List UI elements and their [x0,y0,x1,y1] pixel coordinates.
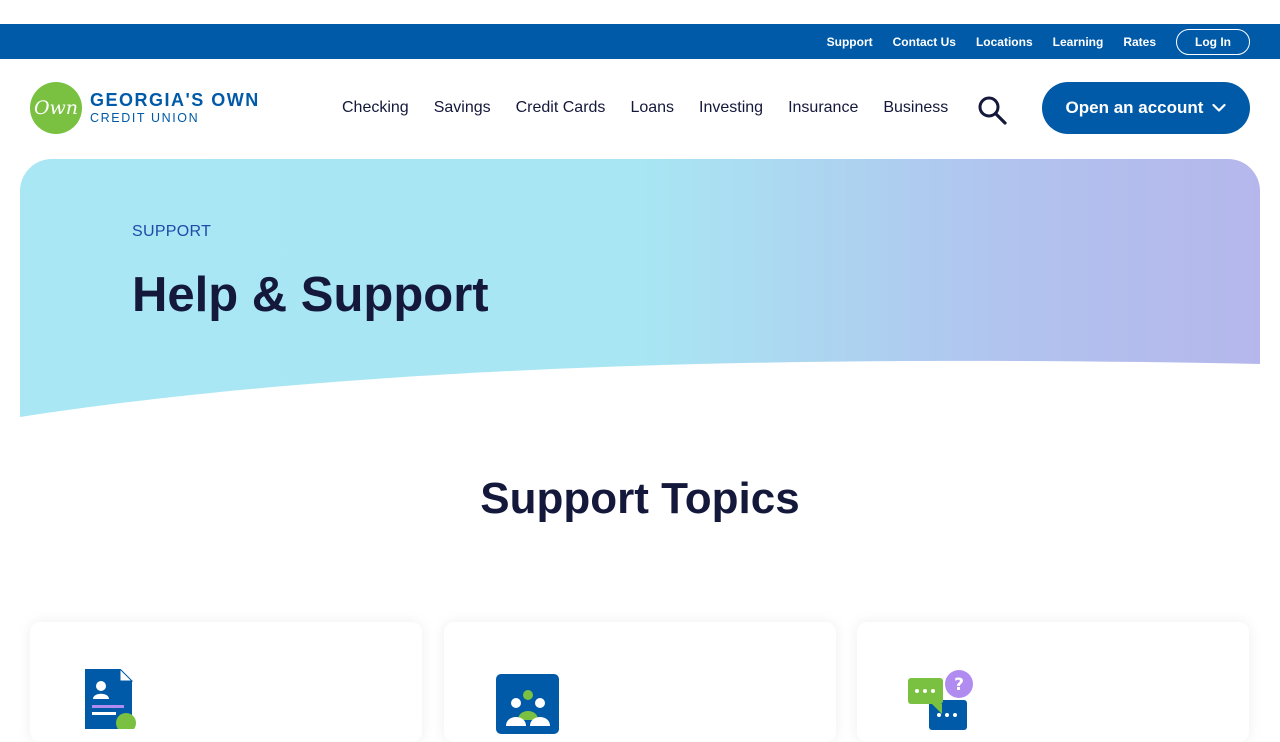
nav-link-credit-cards[interactable]: Credit Cards [516,99,606,117]
utility-link-locations[interactable]: Locations [976,35,1033,49]
logo-subtitle: CREDIT UNION [90,111,200,126]
chat-question-icon: ? [908,670,973,730]
hero-wave-shape [20,360,1260,423]
page-title: Help & Support [132,268,489,322]
nav-link-investing[interactable]: Investing [699,99,763,117]
nav-link-insurance[interactable]: Insurance [788,99,858,117]
utility-link-contact-us[interactable]: Contact Us [893,35,956,49]
nav-link-checking[interactable]: Checking [342,99,409,117]
hero-eyebrow: SUPPORT [132,223,212,240]
support-topic-card[interactable] [30,622,422,742]
svg-text:?: ? [954,675,964,695]
hero-banner: SUPPORT Help & Support [20,159,1260,423]
support-topic-card[interactable] [444,622,836,742]
nav-link-loans[interactable]: Loans [630,99,674,117]
open-account-button[interactable]: Open an account [1042,82,1250,134]
logo-text: GEORGIA'S OWN CREDIT UNION [90,91,260,125]
support-topics-heading: Support Topics [480,474,800,523]
top-spacer [0,0,1280,24]
login-button[interactable]: Log In [1176,28,1250,55]
logo-name: GEORGIA'S OWN [90,90,260,111]
main-navigation: Own GEORGIA'S OWN CREDIT UNION Checking … [0,59,1280,159]
utility-link-support[interactable]: Support [827,35,873,49]
support-topic-card[interactable]: ? [857,622,1249,742]
logo[interactable]: Own GEORGIA'S OWN CREDIT UNION [30,82,260,134]
nav-link-savings[interactable]: Savings [434,99,491,117]
document-person-icon [85,669,136,729]
utility-link-learning[interactable]: Learning [1053,35,1104,49]
search-icon[interactable] [977,95,1007,125]
chevron-down-icon [1212,103,1227,112]
logo-mark: Own [30,82,82,134]
utility-link-rates[interactable]: Rates [1123,35,1156,49]
primary-nav-links: Checking Savings Credit Cards Loans Inve… [342,99,973,117]
open-account-label: Open an account [1065,98,1204,117]
people-group-icon [496,674,559,734]
nav-link-business[interactable]: Business [883,99,948,117]
utility-bar: Support Contact Us Locations Learning Ra… [0,24,1280,59]
